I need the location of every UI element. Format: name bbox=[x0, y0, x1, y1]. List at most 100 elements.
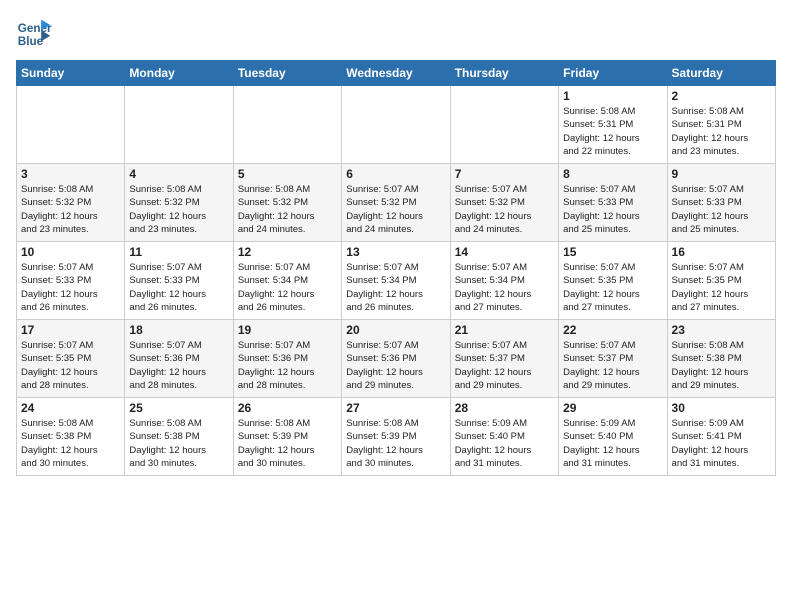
svg-text:Blue: Blue bbox=[18, 35, 44, 48]
calendar-cell: 24Sunrise: 5:08 AMSunset: 5:38 PMDayligh… bbox=[17, 398, 125, 476]
weekday-header-thursday: Thursday bbox=[450, 61, 558, 86]
calendar-cell: 28Sunrise: 5:09 AMSunset: 5:40 PMDayligh… bbox=[450, 398, 558, 476]
day-info: Sunrise: 5:08 AMSunset: 5:31 PMDaylight:… bbox=[672, 105, 771, 158]
day-number: 22 bbox=[563, 323, 662, 337]
day-info: Sunrise: 5:08 AMSunset: 5:32 PMDaylight:… bbox=[238, 183, 337, 236]
calendar-cell bbox=[17, 86, 125, 164]
calendar-cell: 6 Sunrise: 5:07 AMSunset: 5:32 PMDaylight… bbox=[342, 164, 450, 242]
day-info: Sunrise: 5:07 AMSunset: 5:35 PMDaylight:… bbox=[563, 261, 662, 314]
day-info: Sunrise: 5:08 AMSunset: 5:39 PMDaylight:… bbox=[238, 417, 337, 470]
calendar-cell: 4Sunrise: 5:08 AMSunset: 5:32 PMDaylight… bbox=[125, 164, 233, 242]
calendar-week-3: 17 Sunrise: 5:07 AMSunset: 5:35 PMDayligh… bbox=[17, 320, 776, 398]
day-info: Sunrise: 5:07 AMSunset: 5:32 PMDaylight:… bbox=[346, 183, 445, 236]
day-number: 5 bbox=[238, 167, 337, 181]
calendar-cell: 21 Sunrise: 5:07 AMSunset: 5:37 PMDayligh… bbox=[450, 320, 558, 398]
calendar-cell: 29 Sunrise: 5:09 AMSunset: 5:40 PMDayligh… bbox=[559, 398, 667, 476]
calendar-cell: 5 Sunrise: 5:08 AMSunset: 5:32 PMDaylight… bbox=[233, 164, 341, 242]
calendar-cell: 14Sunrise: 5:07 AMSunset: 5:34 PMDayligh… bbox=[450, 242, 558, 320]
day-number: 9 bbox=[672, 167, 771, 181]
calendar-cell: 13 Sunrise: 5:07 AMSunset: 5:34 PMDayligh… bbox=[342, 242, 450, 320]
day-number: 29 bbox=[563, 401, 662, 415]
day-info: Sunrise: 5:07 AMSunset: 5:33 PMDaylight:… bbox=[129, 261, 228, 314]
day-number: 17 bbox=[21, 323, 120, 337]
calendar-cell: 10 Sunrise: 5:07 AMSunset: 5:33 PMDayligh… bbox=[17, 242, 125, 320]
day-number: 21 bbox=[455, 323, 554, 337]
day-info: Sunrise: 5:07 AMSunset: 5:35 PMDaylight:… bbox=[21, 339, 120, 392]
day-number: 2 bbox=[672, 89, 771, 103]
day-info: Sunrise: 5:09 AMSunset: 5:40 PMDaylight:… bbox=[563, 417, 662, 470]
calendar-cell: 19 Sunrise: 5:07 AMSunset: 5:36 PMDayligh… bbox=[233, 320, 341, 398]
day-number: 3 bbox=[21, 167, 120, 181]
day-info: Sunrise: 5:07 AMSunset: 5:36 PMDaylight:… bbox=[129, 339, 228, 392]
calendar-cell: 3 Sunrise: 5:08 AMSunset: 5:32 PMDaylight… bbox=[17, 164, 125, 242]
calendar-cell bbox=[233, 86, 341, 164]
day-info: Sunrise: 5:08 AMSunset: 5:38 PMDaylight:… bbox=[129, 417, 228, 470]
weekday-header-saturday: Saturday bbox=[667, 61, 775, 86]
calendar-cell: 18 Sunrise: 5:07 AMSunset: 5:36 PMDayligh… bbox=[125, 320, 233, 398]
calendar-cell: 7 Sunrise: 5:07 AMSunset: 5:32 PMDaylight… bbox=[450, 164, 558, 242]
day-number: 7 bbox=[455, 167, 554, 181]
day-number: 19 bbox=[238, 323, 337, 337]
day-info: Sunrise: 5:08 AMSunset: 5:32 PMDaylight:… bbox=[21, 183, 120, 236]
day-number: 27 bbox=[346, 401, 445, 415]
day-number: 1 bbox=[563, 89, 662, 103]
header: General Blue bbox=[16, 16, 776, 52]
day-info: Sunrise: 5:08 AMSunset: 5:39 PMDaylight:… bbox=[346, 417, 445, 470]
day-number: 15 bbox=[563, 245, 662, 259]
logo-icon: General Blue bbox=[16, 16, 52, 52]
day-number: 10 bbox=[21, 245, 120, 259]
day-number: 30 bbox=[672, 401, 771, 415]
day-info: Sunrise: 5:07 AMSunset: 5:36 PMDaylight:… bbox=[238, 339, 337, 392]
day-info: Sunrise: 5:07 AMSunset: 5:35 PMDaylight:… bbox=[672, 261, 771, 314]
calendar-cell: 15 Sunrise: 5:07 AMSunset: 5:35 PMDayligh… bbox=[559, 242, 667, 320]
calendar-cell: 12Sunrise: 5:07 AMSunset: 5:34 PMDayligh… bbox=[233, 242, 341, 320]
day-info: Sunrise: 5:07 AMSunset: 5:34 PMDaylight:… bbox=[238, 261, 337, 314]
calendar-cell: 30 Sunrise: 5:09 AMSunset: 5:41 PMDayligh… bbox=[667, 398, 775, 476]
calendar-cell: 23 Sunrise: 5:08 AMSunset: 5:38 PMDayligh… bbox=[667, 320, 775, 398]
day-info: Sunrise: 5:09 AMSunset: 5:41 PMDaylight:… bbox=[672, 417, 771, 470]
calendar-cell: 16 Sunrise: 5:07 AMSunset: 5:35 PMDayligh… bbox=[667, 242, 775, 320]
calendar-cell: 9 Sunrise: 5:07 AMSunset: 5:33 PMDaylight… bbox=[667, 164, 775, 242]
day-number: 6 bbox=[346, 167, 445, 181]
calendar-cell: 1 Sunrise: 5:08 AMSunset: 5:31 PMDaylight… bbox=[559, 86, 667, 164]
calendar-cell: 20 Sunrise: 5:07 AMSunset: 5:36 PMDayligh… bbox=[342, 320, 450, 398]
weekday-header-friday: Friday bbox=[559, 61, 667, 86]
day-info: Sunrise: 5:08 AMSunset: 5:32 PMDaylight:… bbox=[129, 183, 228, 236]
day-info: Sunrise: 5:07 AMSunset: 5:37 PMDaylight:… bbox=[455, 339, 554, 392]
page: General Blue SundayMondayTuesdayWednesda… bbox=[0, 0, 792, 612]
day-number: 20 bbox=[346, 323, 445, 337]
calendar-cell bbox=[450, 86, 558, 164]
day-number: 23 bbox=[672, 323, 771, 337]
day-number: 16 bbox=[672, 245, 771, 259]
day-number: 18 bbox=[129, 323, 228, 337]
weekday-header-wednesday: Wednesday bbox=[342, 61, 450, 86]
day-info: Sunrise: 5:08 AMSunset: 5:31 PMDaylight:… bbox=[563, 105, 662, 158]
calendar-week-1: 3 Sunrise: 5:08 AMSunset: 5:32 PMDaylight… bbox=[17, 164, 776, 242]
calendar-cell: 26 Sunrise: 5:08 AMSunset: 5:39 PMDayligh… bbox=[233, 398, 341, 476]
calendar-week-0: 1 Sunrise: 5:08 AMSunset: 5:31 PMDaylight… bbox=[17, 86, 776, 164]
day-info: Sunrise: 5:07 AMSunset: 5:33 PMDaylight:… bbox=[563, 183, 662, 236]
day-number: 13 bbox=[346, 245, 445, 259]
day-info: Sunrise: 5:07 AMSunset: 5:32 PMDaylight:… bbox=[455, 183, 554, 236]
day-info: Sunrise: 5:07 AMSunset: 5:37 PMDaylight:… bbox=[563, 339, 662, 392]
calendar-cell bbox=[342, 86, 450, 164]
calendar-table: SundayMondayTuesdayWednesdayThursdayFrid… bbox=[16, 60, 776, 476]
day-info: Sunrise: 5:09 AMSunset: 5:40 PMDaylight:… bbox=[455, 417, 554, 470]
calendar-week-2: 10 Sunrise: 5:07 AMSunset: 5:33 PMDayligh… bbox=[17, 242, 776, 320]
day-number: 26 bbox=[238, 401, 337, 415]
weekday-header-row: SundayMondayTuesdayWednesdayThursdayFrid… bbox=[17, 61, 776, 86]
calendar-cell: 22 Sunrise: 5:07 AMSunset: 5:37 PMDayligh… bbox=[559, 320, 667, 398]
calendar-cell: 25 Sunrise: 5:08 AMSunset: 5:38 PMDayligh… bbox=[125, 398, 233, 476]
weekday-header-sunday: Sunday bbox=[17, 61, 125, 86]
calendar-cell bbox=[125, 86, 233, 164]
calendar-cell: 11Sunrise: 5:07 AMSunset: 5:33 PMDayligh… bbox=[125, 242, 233, 320]
day-number: 8 bbox=[563, 167, 662, 181]
day-number: 14 bbox=[455, 245, 554, 259]
calendar-cell: 27 Sunrise: 5:08 AMSunset: 5:39 PMDayligh… bbox=[342, 398, 450, 476]
day-info: Sunrise: 5:08 AMSunset: 5:38 PMDaylight:… bbox=[672, 339, 771, 392]
day-info: Sunrise: 5:07 AMSunset: 5:33 PMDaylight:… bbox=[21, 261, 120, 314]
day-info: Sunrise: 5:07 AMSunset: 5:34 PMDaylight:… bbox=[346, 261, 445, 314]
day-info: Sunrise: 5:07 AMSunset: 5:36 PMDaylight:… bbox=[346, 339, 445, 392]
day-number: 25 bbox=[129, 401, 228, 415]
day-info: Sunrise: 5:07 AMSunset: 5:33 PMDaylight:… bbox=[672, 183, 771, 236]
